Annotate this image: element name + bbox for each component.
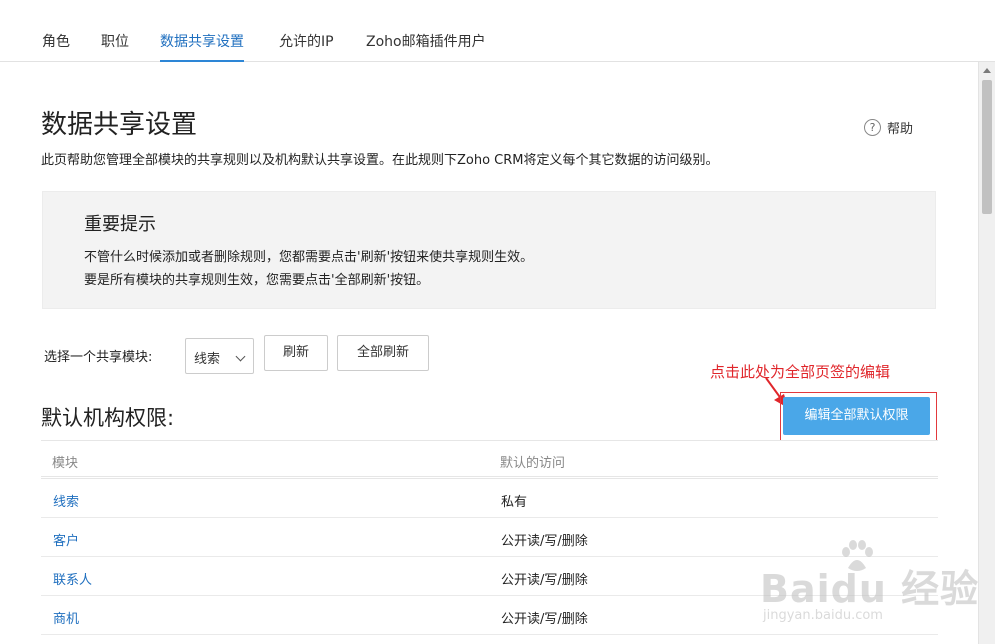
module-link[interactable]: 商机 (53, 608, 79, 627)
module-select-value: 线索 (194, 352, 221, 367)
top-tabs: 角色 职位 数据共享设置 允许的IP Zoho邮箱插件用户 (0, 0, 995, 62)
tab-data-sharing-settings[interactable]: 数据共享设置 (160, 31, 244, 62)
column-header-default-access: 默认的访问 (500, 456, 566, 471)
scrollbar-thumb[interactable] (982, 80, 992, 214)
module-link[interactable]: 线索 (53, 491, 79, 510)
tab-roles[interactable]: 角色 (42, 31, 70, 51)
refresh-button[interactable]: 刷新 (264, 335, 328, 371)
scroll-up-arrow-icon[interactable] (983, 68, 991, 73)
notice-title: 重要提示 (84, 214, 156, 235)
module-select[interactable]: 线索 (185, 338, 254, 374)
edit-all-default-permissions-button[interactable]: 编辑全部默认权限 (783, 397, 930, 435)
page-title: 数据共享设置 (41, 110, 198, 140)
tab-allowed-ip[interactable]: 允许的IP (279, 31, 334, 51)
notice-line: 要是所有模块的共享规则生效，您需要点击'全部刷新'按钮。 (84, 273, 430, 288)
access-value: 公开读/写/删除 (501, 612, 588, 627)
module-selector-label: 选择一个共享模块: (44, 350, 153, 365)
module-link[interactable]: 联系人 (53, 569, 92, 588)
tab-profiles[interactable]: 职位 (101, 31, 129, 51)
access-value: 公开读/写/删除 (501, 573, 588, 588)
column-header-module: 模块 (52, 456, 79, 471)
tab-zoho-mail-plugin-users[interactable]: Zoho邮箱插件用户 (366, 31, 486, 51)
help-icon: ? (864, 119, 881, 136)
help-link[interactable]: ? 帮助 (864, 118, 913, 137)
access-value: 私有 (501, 495, 528, 510)
watermark-logo: Baidu 经验 (760, 567, 980, 611)
access-value: 公开读/写/删除 (501, 534, 588, 549)
notice-line: 不管什么时候添加或者删除规则，您都需要点击'刷新'按钮来使共享规则生效。 (84, 250, 534, 265)
table-header: 模块 默认的访问 (41, 440, 938, 479)
help-label: 帮助 (887, 122, 914, 137)
important-notice: 重要提示 不管什么时候添加或者删除规则，您都需要点击'刷新'按钮来使共享规则生效… (42, 191, 936, 309)
refresh-all-button[interactable]: 全部刷新 (337, 335, 429, 371)
baidu-watermark: Baidu 经验 jingyan.baidu.com (760, 540, 995, 644)
annotation-text: 点击此处为全部页签的编辑 (710, 363, 891, 381)
watermark-url: jingyan.baidu.com (763, 608, 883, 623)
section-title: 默认机构权限: (41, 406, 175, 430)
table-row: 线索 私有 (41, 479, 938, 518)
module-link[interactable]: 客户 (53, 530, 79, 549)
chevron-down-icon (235, 351, 246, 362)
page-description: 此页帮助您管理全部模块的共享规则以及机构默认共享设置。在此规则下Zoho CRM… (41, 153, 719, 168)
